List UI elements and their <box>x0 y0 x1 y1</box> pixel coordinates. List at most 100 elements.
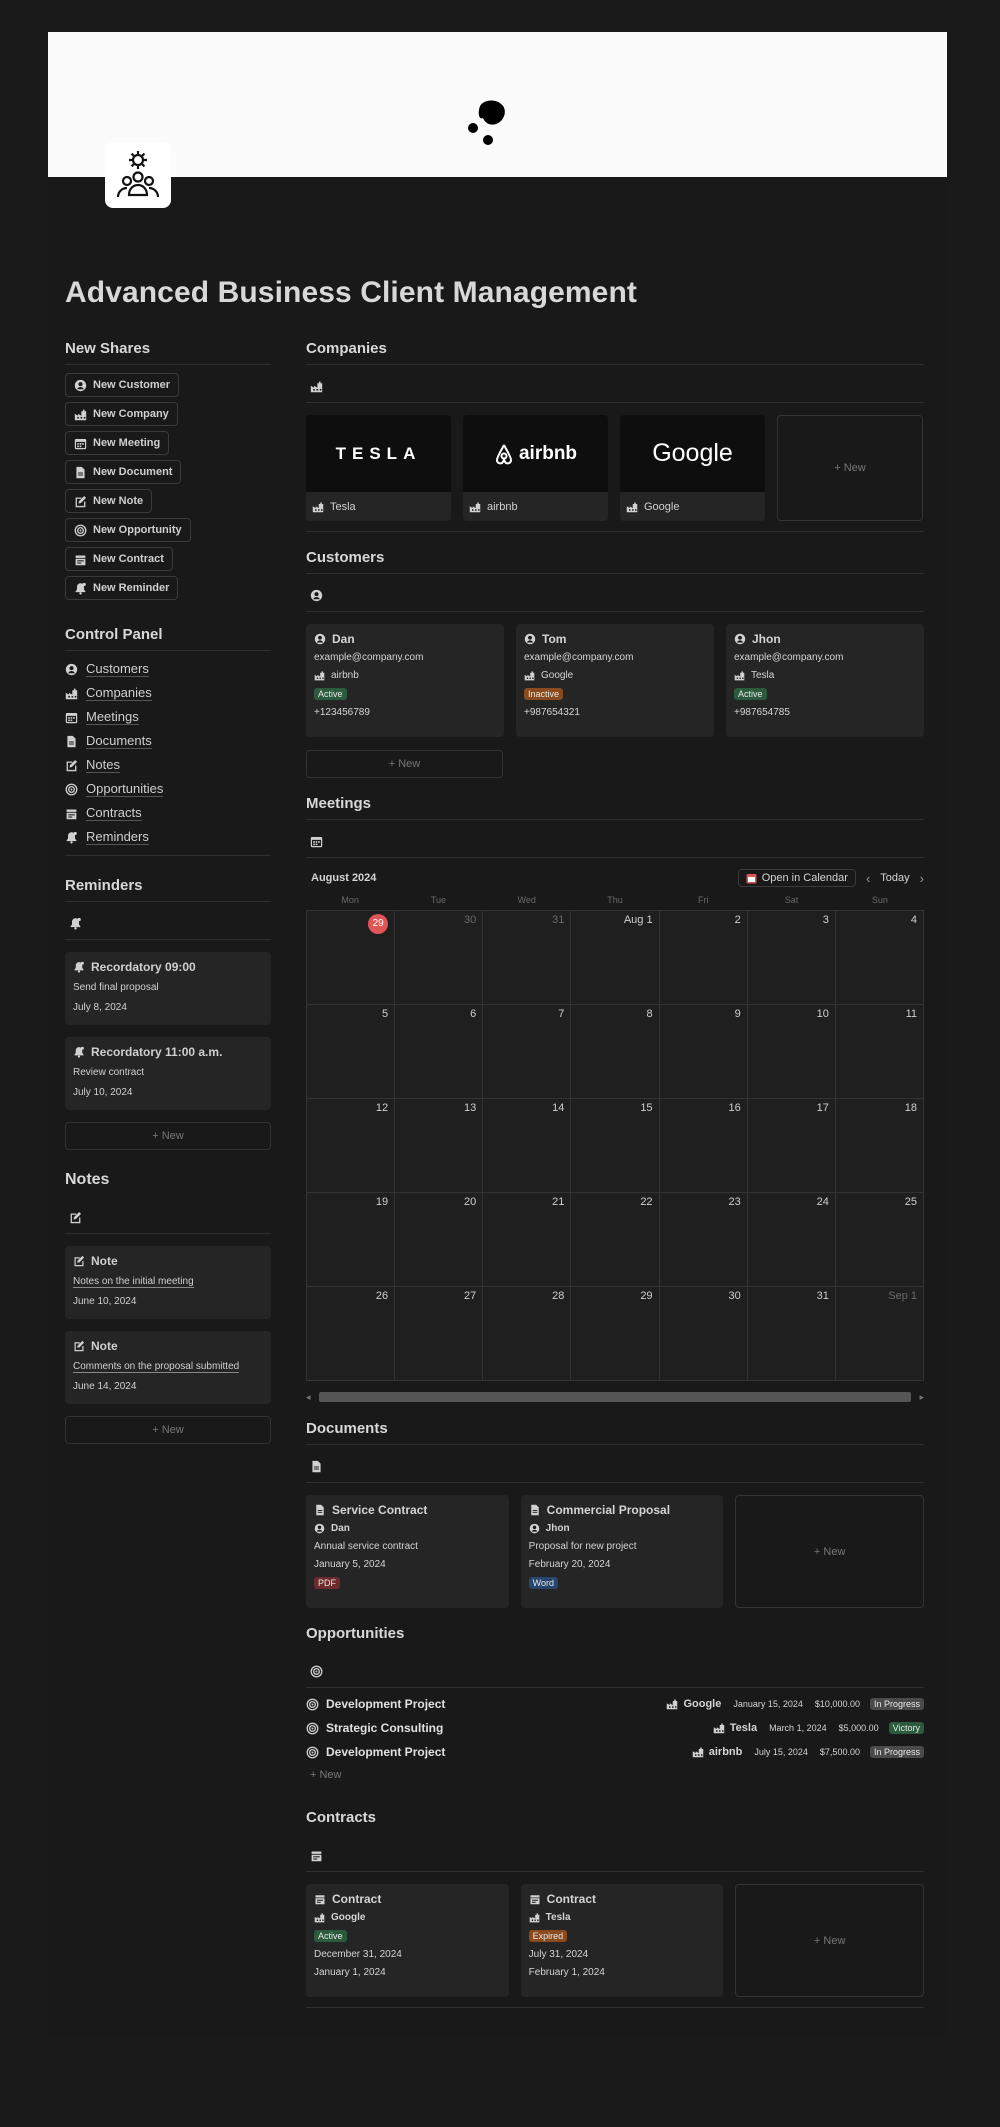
status-badge: In Progress <box>869 1698 924 1710</box>
list-item[interactable]: Strategic Consulting Tesla March 1, 2024… <box>306 1716 924 1740</box>
cover-image[interactable] <box>48 32 947 177</box>
reminders-view-bar[interactable] <box>65 908 271 940</box>
calendar-day-cell[interactable]: 12 <box>307 1099 396 1193</box>
calendar-day-cell[interactable]: 13 <box>395 1099 484 1193</box>
new-customer-card-button[interactable]: + New <box>306 750 503 778</box>
note-card[interactable]: Note Comments on the proposal submitted … <box>65 1331 271 1404</box>
calendar-day-cell[interactable]: 10 <box>747 1005 836 1099</box>
nav-meetings[interactable]: Meetings <box>65 705 271 729</box>
company-card[interactable]: TESLA Tesla <box>306 415 451 521</box>
open-in-calendar-button[interactable]: Open in Calendar <box>737 869 856 887</box>
nav-companies[interactable]: Companies <box>65 681 271 705</box>
nav-reminders[interactable]: Reminders <box>65 825 271 849</box>
calendar-day-cell[interactable]: Sep 1 <box>835 1287 924 1381</box>
calendar-day-cell[interactable]: 25 <box>835 1193 924 1287</box>
list-item[interactable]: Development Project airbnb July 15, 2024… <box>306 1740 924 1764</box>
calendar-day-cell[interactable]: 31 <box>483 911 572 1005</box>
calendar-day-cell[interactable]: 18 <box>835 1099 924 1193</box>
calendar-day-cell[interactable]: 8 <box>571 1005 660 1099</box>
factory-icon <box>314 1912 325 1923</box>
contract-card[interactable]: Contract Tesla Expired July 31, 2024 Feb… <box>520 1884 724 1997</box>
notes-view-bar[interactable] <box>65 1202 271 1234</box>
reminder-card[interactable]: Recordatory 11:00 a.m. Review contract J… <box>65 1037 271 1110</box>
company-card[interactable]: Google Google <box>620 415 765 521</box>
document-icon <box>314 1504 326 1516</box>
calendar-day-cell[interactable]: 20 <box>395 1193 484 1287</box>
documents-view-bar[interactable] <box>306 1451 924 1483</box>
calendar-day-cell[interactable]: 28 <box>483 1287 572 1381</box>
companies-view-bar[interactable] <box>306 371 924 403</box>
calendar-day-cell[interactable]: 6 <box>395 1005 484 1099</box>
new-document-card-button[interactable]: + New <box>735 1495 925 1608</box>
calendar-day-cell[interactable]: 5 <box>307 1005 396 1099</box>
new-customer-button[interactable]: New Customer <box>65 373 180 397</box>
list-item[interactable]: Development Project Google January 15, 2… <box>306 1692 924 1716</box>
chevron-right-icon[interactable]: › <box>920 871 924 886</box>
customer-card[interactable]: Dan example@company.com airbnb Active +1… <box>306 624 504 737</box>
new-meeting-button[interactable]: New Meeting <box>65 431 170 455</box>
calendar-day-cell[interactable]: 9 <box>659 1005 748 1099</box>
calendar-day-cell[interactable]: 24 <box>747 1193 836 1287</box>
calendar-day-cell[interactable]: 3 <box>747 911 836 1005</box>
nav-customers[interactable]: Customers <box>65 657 271 681</box>
calendar-day-cell[interactable]: 16 <box>659 1099 748 1193</box>
today-button[interactable]: Today <box>880 872 909 884</box>
horizontal-scrollbar[interactable]: ◂ ▸ <box>306 1391 924 1403</box>
factory-icon <box>314 670 325 681</box>
note-card[interactable]: Note Notes on the initial meeting June 1… <box>65 1246 271 1319</box>
customers-view-bar[interactable] <box>306 580 924 612</box>
opportunities-heading: Opportunities <box>306 1625 405 1642</box>
new-reminder-button[interactable]: New Reminder <box>65 576 179 600</box>
document-card[interactable]: Service Contract Dan Annual service cont… <box>306 1495 509 1608</box>
new-opportunity-button[interactable]: New Opportunity <box>65 518 191 542</box>
customer-card[interactable]: Jhon example@company.com Tesla Active +9… <box>726 624 924 737</box>
calendar-day-cell[interactable]: 31 <box>747 1287 836 1381</box>
calendar-day-cell[interactable]: 19 <box>307 1193 396 1287</box>
calendar-day-cell[interactable]: 30 <box>395 911 484 1005</box>
reminder-card[interactable]: Recordatory 09:00 Send final proposal Ju… <box>65 952 271 1025</box>
contract-icon <box>65 807 78 820</box>
calendar-day-cell[interactable]: 22 <box>571 1193 660 1287</box>
document-card[interactable]: Commercial Proposal Jhon Proposal for ne… <box>520 1495 724 1608</box>
new-company-button[interactable]: New Company <box>65 402 178 426</box>
chevron-left-icon[interactable]: ‹ <box>866 871 870 886</box>
nav-documents[interactable]: Documents <box>65 729 271 753</box>
calendar-day-cell[interactable]: 2 <box>659 911 748 1005</box>
opportunities-view-bar[interactable] <box>306 1656 924 1688</box>
new-note-button[interactable]: New Note <box>65 489 153 513</box>
new-document-button[interactable]: New Document <box>65 460 182 484</box>
calendar-day-cell[interactable]: 17 <box>747 1099 836 1193</box>
calendar-day-cell[interactable]: 29 <box>307 911 396 1005</box>
contracts-view-bar[interactable] <box>306 1840 924 1872</box>
meetings-view-bar[interactable] <box>306 826 924 858</box>
calendar-day-number: 22 <box>640 1196 653 1208</box>
customer-card[interactable]: Tom example@company.com Google Inactive … <box>516 624 714 737</box>
calendar-day-cell[interactable]: 26 <box>307 1287 396 1381</box>
page-icon[interactable] <box>105 142 171 208</box>
new-contract-button[interactable]: New Contract <box>65 547 173 571</box>
nav-opportunities[interactable]: Opportunities <box>65 777 271 801</box>
new-contract-card-button[interactable]: + New <box>735 1884 925 1997</box>
contract-card[interactable]: Contract Google Active December 31, 2024… <box>306 1884 509 1997</box>
factory-icon <box>692 1746 704 1758</box>
new-opportunity-row-button[interactable]: + New <box>306 1764 924 1786</box>
nav-contracts[interactable]: Contracts <box>65 801 271 825</box>
calendar-day-cell[interactable]: 23 <box>659 1193 748 1287</box>
calendar-day-cell[interactable]: 27 <box>395 1287 484 1381</box>
calendar-day-cell[interactable]: 4 <box>835 911 924 1005</box>
calendar-day-cell[interactable]: Aug 1 <box>571 911 660 1005</box>
company-card[interactable]: airbnb airbnb <box>463 415 608 521</box>
calendar-day-cell[interactable]: 11 <box>835 1005 924 1099</box>
calendar-day-cell[interactable]: 30 <box>659 1287 748 1381</box>
calendar-day-cell[interactable]: 7 <box>483 1005 572 1099</box>
note-edit-icon <box>69 1211 82 1224</box>
new-reminder-card-button[interactable]: + New <box>65 1122 271 1150</box>
right-column: Companies TESLA Tesla airbnb airbnb Goog… <box>306 337 925 2008</box>
new-company-card-button[interactable]: + New <box>777 415 923 521</box>
calendar-day-cell[interactable]: 21 <box>483 1193 572 1287</box>
calendar-day-cell[interactable]: 14 <box>483 1099 572 1193</box>
nav-notes[interactable]: Notes <box>65 753 271 777</box>
new-note-card-button[interactable]: + New <box>65 1416 271 1444</box>
calendar-day-cell[interactable]: 15 <box>571 1099 660 1193</box>
calendar-day-cell[interactable]: 29 <box>571 1287 660 1381</box>
